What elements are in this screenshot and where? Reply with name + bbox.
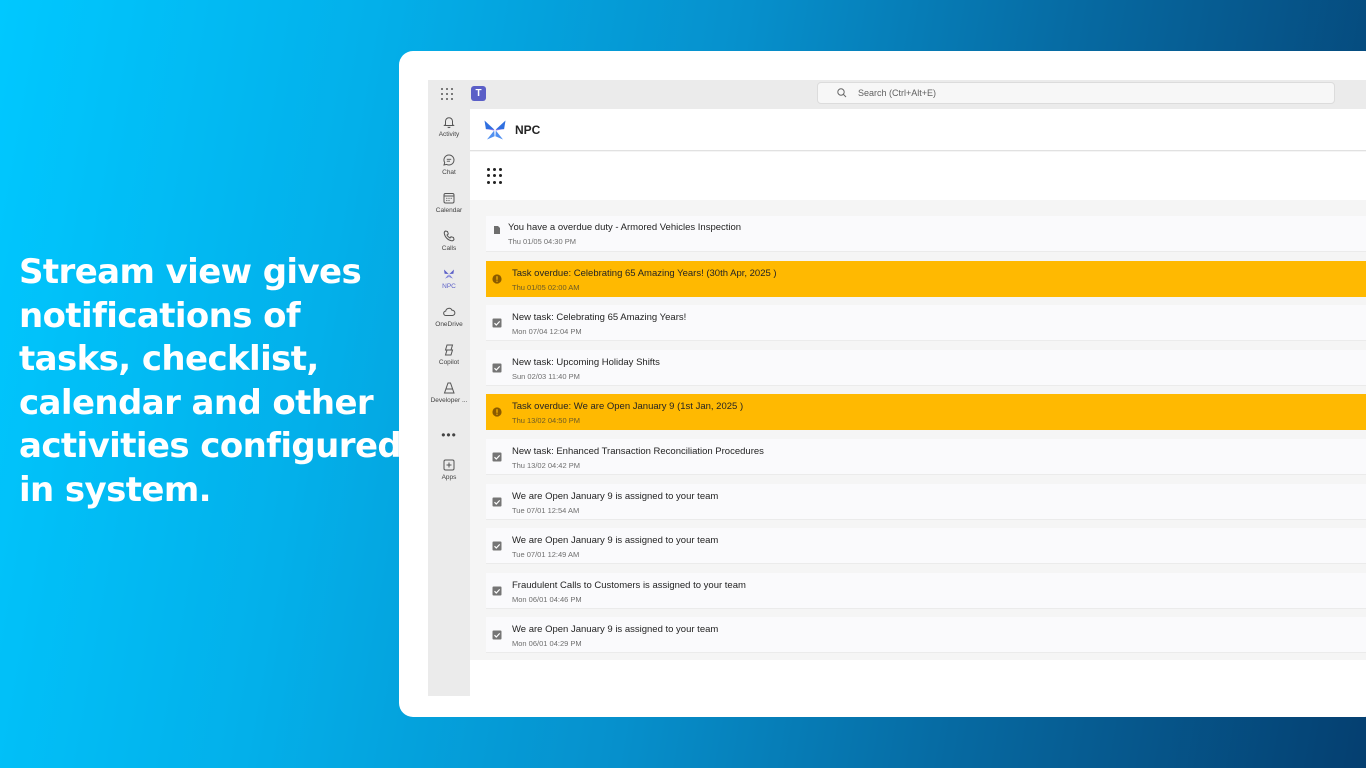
promo-headline: Stream view gives notifications of tasks… [19, 252, 402, 510]
feed-item[interactable]: We are Open January 9 is assigned to you… [486, 528, 1366, 564]
app-header: NPC [470, 109, 1366, 151]
feed-item-time: Mon 06/01 04:29 PM [512, 639, 582, 648]
feed-item[interactable]: New task: Celebrating 65 Amazing Years! … [486, 305, 1366, 341]
document-icon [494, 226, 500, 234]
search-icon [837, 88, 847, 98]
feed-item-title: We are Open January 9 is assigned to you… [512, 491, 719, 502]
screenshot-card: T Search (Ctrl+Alt+E) Activity Chat Cale… [399, 51, 1366, 717]
task-check-icon [492, 497, 502, 507]
rail-item-calendar[interactable]: Calendar [428, 191, 470, 225]
feed-item-time: Sun 02/03 11:40 PM [512, 372, 580, 381]
feed-item[interactable]: Fraudulent Calls to Customers is assigne… [486, 573, 1366, 609]
rail-label: OneDrive [435, 321, 463, 328]
rail-label: Chat [442, 169, 456, 176]
feed-item-title: We are Open January 9 is assigned to you… [512, 535, 719, 546]
feed-item-title: Fraudulent Calls to Customers is assigne… [512, 580, 746, 591]
rail-label: Calls [441, 245, 457, 252]
teams-logo-icon: T [471, 86, 486, 101]
feed-item-title: You have a overdue duty - Armored Vehicl… [508, 222, 742, 233]
app-launcher-icon[interactable] [441, 88, 453, 100]
rail-item-developer-portal[interactable]: Developer ... [428, 381, 470, 415]
app-toolbar [470, 152, 1366, 200]
feed-item-title: New task: Celebrating 65 Amazing Years! [512, 312, 687, 323]
task-check-icon [492, 318, 502, 328]
task-check-icon [492, 586, 502, 596]
phone-icon [443, 230, 455, 242]
npc-logo-icon [484, 120, 506, 140]
feed-item-time: Mon 06/01 04:46 PM [512, 595, 582, 604]
feed-item-title: We are Open January 9 is assigned to you… [512, 624, 719, 635]
feed-item-overdue[interactable]: Task overdue: Celebrating 65 Amazing Yea… [486, 261, 1366, 297]
feed-item-time: Thu 13/02 04:42 PM [512, 461, 580, 470]
rail-label: Activity [438, 131, 460, 138]
app-title: NPC [515, 123, 541, 137]
calendar-icon [443, 193, 455, 204]
feed-item[interactable]: We are Open January 9 is assigned to you… [486, 484, 1366, 520]
rail-item-chat[interactable]: Chat [428, 153, 470, 187]
teams-window: T Search (Ctrl+Alt+E) Activity Chat Cale… [428, 80, 1366, 696]
rail-item-npc[interactable]: NPC [428, 267, 470, 301]
feed-item-time: Tue 07/01 12:54 AM [512, 506, 580, 515]
feed-item-time: Tue 07/01 12:49 AM [512, 550, 580, 559]
left-rail: Activity Chat Calendar Calls NPC OneDriv… [428, 109, 470, 696]
developer-portal-icon [443, 382, 455, 394]
feed-item[interactable]: New task: Enhanced Transaction Reconcili… [486, 439, 1366, 475]
feed-item-title: Task overdue: We are Open January 9 (1st… [512, 401, 744, 412]
rail-label: Calendar [435, 207, 463, 214]
feed-item-time: Mon 07/04 12:04 PM [512, 327, 582, 336]
rail-label: Apps [441, 474, 457, 481]
feed-item-title: New task: Upcoming Holiday Shifts [512, 357, 660, 368]
feed-item[interactable]: You have a overdue duty - Armored Vehicl… [486, 216, 1366, 252]
feed-item-time: Thu 01/05 02:00 AM [512, 283, 580, 292]
npc-app-icon [444, 269, 454, 279]
cloud-icon [443, 307, 456, 316]
task-check-icon [492, 541, 502, 551]
rail-item-calls[interactable]: Calls [428, 229, 470, 263]
rail-label: Copilot [438, 359, 460, 366]
add-apps-icon [443, 459, 455, 471]
rail-label: NPC [442, 283, 456, 290]
rail-label: Developer ... [430, 397, 468, 404]
more-apps-button[interactable]: ••• [428, 428, 470, 442]
task-check-icon [492, 363, 502, 373]
grid-menu-icon[interactable] [487, 168, 503, 184]
feed-item-overdue[interactable]: Task overdue: We are Open January 9 (1st… [486, 394, 1366, 430]
feed-item-title: Task overdue: Celebrating 65 Amazing Yea… [512, 268, 777, 279]
warning-icon [492, 274, 502, 284]
feed-item-time: Thu 01/05 04:30 PM [508, 237, 576, 246]
search-input[interactable]: Search (Ctrl+Alt+E) [817, 82, 1335, 104]
search-placeholder: Search (Ctrl+Alt+E) [858, 88, 937, 98]
copilot-icon [444, 344, 454, 356]
app-bottom-area [470, 660, 1366, 696]
feed-item-time: Thu 13/02 04:50 PM [512, 416, 580, 425]
feed-item[interactable]: New task: Upcoming Holiday Shifts Sun 02… [486, 350, 1366, 386]
warning-icon [492, 407, 502, 417]
feed-item[interactable]: We are Open January 9 is assigned to you… [486, 617, 1366, 653]
rail-item-onedrive[interactable]: OneDrive [428, 305, 470, 339]
rail-item-activity[interactable]: Activity [428, 115, 470, 149]
chat-icon [443, 154, 455, 166]
top-bar: T Search (Ctrl+Alt+E) [428, 80, 1366, 109]
npc-app-pane: NPC You have a overdue duty - Armored Ve… [470, 109, 1366, 660]
rail-item-apps[interactable]: Apps [428, 458, 470, 492]
bell-icon [443, 117, 455, 129]
task-check-icon [492, 452, 502, 462]
feed-item-title: New task: Enhanced Transaction Reconcili… [512, 446, 764, 457]
rail-item-copilot[interactable]: Copilot [428, 343, 470, 377]
task-check-icon [492, 630, 502, 640]
